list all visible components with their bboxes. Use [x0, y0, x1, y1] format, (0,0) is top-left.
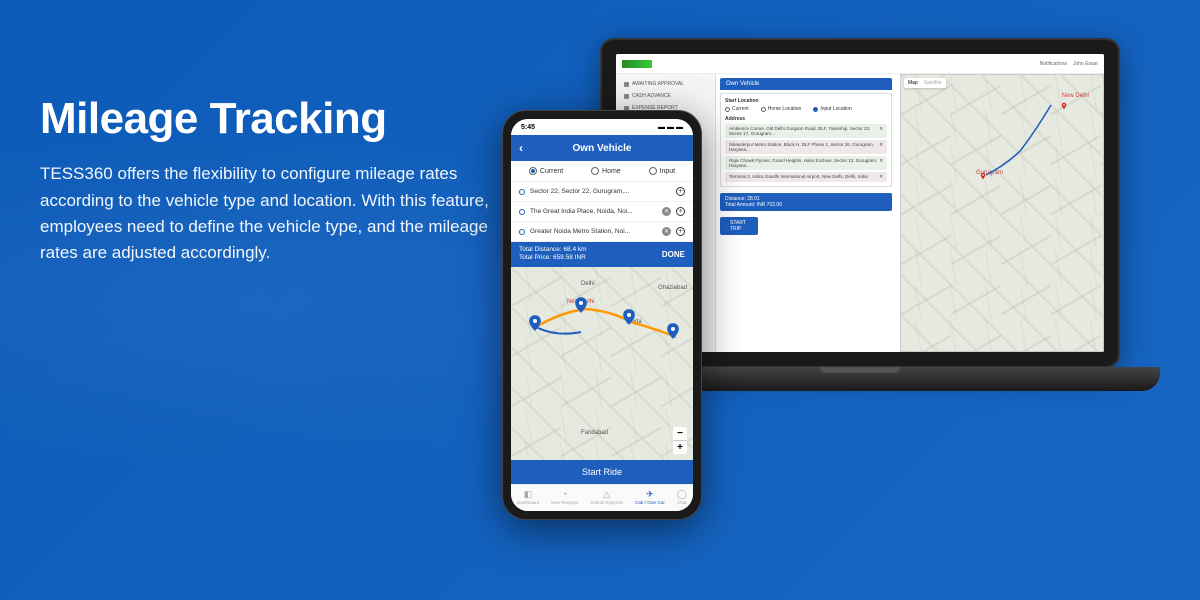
trip-summary-bar: Total Distance: 68.4 km Total Price: 659…	[511, 242, 693, 267]
remove-icon[interactable]: ✕	[662, 227, 671, 236]
status-icons: ▬▬▬	[658, 124, 683, 131]
cash-icon	[624, 94, 629, 99]
brand-logo[interactable]	[622, 60, 652, 68]
start-location-card: Start Location Current Home Location Inp…	[720, 93, 892, 187]
add-icon[interactable]: +	[676, 227, 685, 236]
bottom-tabs: ◧Dashboard ◔New Request △Submit Expense …	[511, 484, 693, 511]
location-mode-radio: Current Home Input	[511, 161, 693, 182]
waypoint-row[interactable]: Sector 22, Sector 22, Gurugram,... +	[511, 182, 693, 202]
phone-mockup: 5:45 ▬▬▬ ‹ Own Vehicle Current Home Inpu…	[502, 110, 702, 520]
status-time: 5:45	[521, 124, 535, 131]
zoom-out-icon[interactable]: −	[673, 427, 687, 441]
map-pin-icon	[623, 309, 635, 325]
map-tab-satellite[interactable]: Satellite	[924, 80, 942, 86]
delete-icon[interactable]: ✕	[879, 158, 883, 168]
notifications-link[interactable]: Notifications	[1040, 61, 1067, 67]
waypoint-dot-icon	[519, 209, 525, 215]
waypoint-row[interactable]: Greater Noida Metro Station, Noi... ✕ +	[511, 222, 693, 242]
map-pin-icon	[575, 297, 587, 313]
chat-icon: ◯	[677, 489, 687, 499]
hero-content: Mileage Tracking TESS360 offers the flex…	[40, 95, 490, 267]
waypoint-row[interactable]: The Great India Place, Noida, Noi... ✕ +	[511, 202, 693, 222]
done-button[interactable]: DONE	[662, 250, 685, 259]
expense-icon: △	[602, 489, 612, 499]
tab-dashboard[interactable]: ◧Dashboard	[517, 489, 539, 505]
map-pin-icon	[1060, 97, 1068, 105]
phone-header: ‹ Own Vehicle	[511, 135, 693, 161]
map-label: Ghaziabad	[658, 285, 687, 291]
map-zoom-control[interactable]: −+	[673, 427, 687, 454]
tab-request[interactable]: ◔New Request	[551, 489, 578, 505]
location-row[interactable]: Sikanderpur Metro Station, Block H, DLF …	[725, 140, 887, 154]
user-menu[interactable]: John Essar	[1073, 61, 1098, 67]
page-description: TESS360 offers the flexibility to config…	[40, 161, 490, 266]
page-title: Mileage Tracking	[40, 95, 490, 143]
remove-icon[interactable]: ✕	[662, 207, 671, 216]
map-type-toggle[interactable]: Map Satellite	[904, 78, 946, 88]
start-trip-button[interactable]: START TRIP	[720, 217, 758, 235]
map-pin-icon	[667, 323, 679, 339]
car-icon: ✈	[645, 489, 655, 499]
sidebar-item-awaiting[interactable]: AWAITING APPROVAL	[620, 78, 711, 90]
delete-icon[interactable]: ✕	[879, 142, 883, 152]
tab-cab[interactable]: ✈Cab / Own Car	[635, 489, 665, 505]
map-pin-icon	[529, 315, 541, 331]
radio-current[interactable]: Current	[725, 106, 749, 112]
total-distance: Total Distance: 68.4 km	[519, 246, 587, 254]
location-row[interactable]: Terminal 3, Indira Gandhi International …	[725, 172, 887, 182]
back-icon[interactable]: ‹	[519, 141, 523, 155]
approval-icon	[624, 82, 629, 87]
vehicle-card-title: Own Vehicle	[720, 78, 892, 90]
tab-chat[interactable]: ◯Chat	[677, 489, 687, 505]
add-icon[interactable]: +	[676, 187, 685, 196]
add-icon[interactable]: +	[676, 207, 685, 216]
radio-input[interactable]: Input Location	[813, 106, 851, 112]
radio-home[interactable]: Home	[591, 167, 621, 175]
tab-expense[interactable]: △Submit Expense	[590, 489, 623, 505]
wifi-icon: ▬	[667, 124, 674, 131]
total-price: Total Price: 659.58 INR	[519, 254, 587, 262]
waypoint-dot-icon	[519, 189, 525, 195]
location-row[interactable]: Ambience Corner, Old Delhi Gurgaon Road,…	[725, 124, 887, 138]
request-icon: ◔	[560, 489, 570, 499]
delete-icon[interactable]: ✕	[879, 126, 883, 136]
route-map[interactable]: Map Satellite New Delhi Gurugram	[900, 74, 1104, 352]
map-label: Faridabad	[581, 430, 608, 436]
phone-screen: 5:45 ▬▬▬ ‹ Own Vehicle Current Home Inpu…	[511, 119, 693, 511]
start-ride-button[interactable]: Start Ride	[511, 460, 693, 484]
zoom-in-icon[interactable]: +	[673, 441, 687, 454]
radio-input[interactable]: Input	[649, 167, 676, 175]
phone-map[interactable]: Delhi New Delhi Noida Ghaziabad Faridaba…	[511, 267, 693, 460]
delete-icon[interactable]: ✕	[879, 174, 883, 180]
map-tab-map[interactable]: Map	[908, 80, 918, 86]
radio-home[interactable]: Home Location	[761, 106, 802, 112]
waypoint-dot-icon	[519, 229, 525, 235]
location-row[interactable]: Rajiv Chowk Flyover, Grand Heights, Hans…	[725, 156, 887, 170]
phone-status-bar: 5:45 ▬▬▬	[511, 119, 693, 135]
map-pin-icon	[979, 167, 987, 175]
sidebar-item-cash[interactable]: CASH ADVANCE	[620, 90, 711, 102]
phone-header-title: Own Vehicle	[573, 143, 632, 154]
radio-current[interactable]: Current	[529, 167, 563, 175]
trip-totals: Distance: 28.01 Total Amount: INR 702.00	[720, 193, 892, 211]
battery-icon: ▬	[676, 124, 683, 131]
app-topbar: Notifications John Essar	[616, 54, 1104, 74]
address-label: Address	[725, 116, 887, 122]
dashboard-icon: ◧	[523, 489, 533, 499]
signal-icon: ▬	[658, 124, 665, 131]
map-label: Delhi	[581, 281, 595, 287]
